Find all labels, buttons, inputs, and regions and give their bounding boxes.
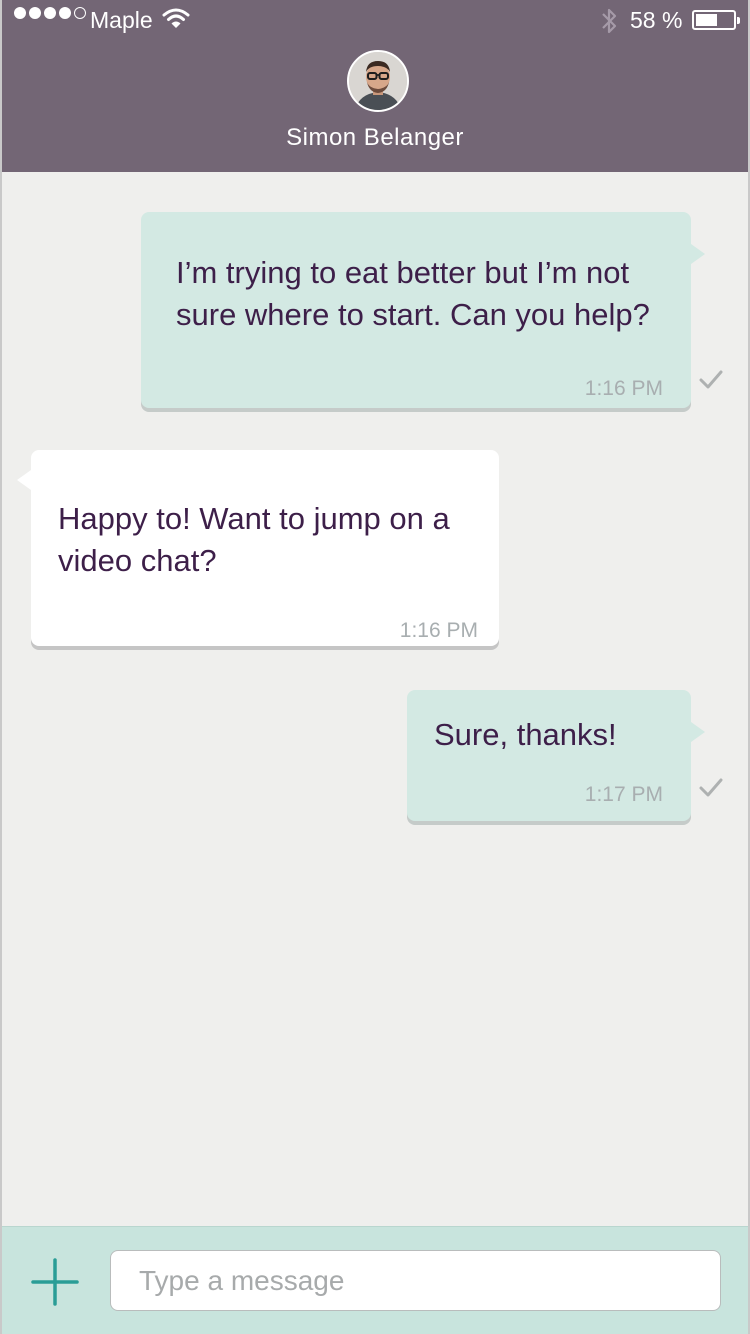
message-text: I’m trying to eat better but I’m not sur… [176,252,686,336]
contact-avatar[interactable] [347,50,409,112]
wifi-icon [162,8,190,28]
check-icon [699,370,723,389]
message-line: sure where to start. Can you help? [176,297,650,332]
plus-icon[interactable] [30,1257,80,1307]
message-composer [2,1226,748,1334]
message-text: Sure, thanks! [434,714,684,756]
message-input[interactable] [110,1250,721,1311]
carrier-name: Maple [90,7,153,33]
message-line: I’m trying to eat better but I’m not [176,255,630,290]
message-timestamp: 1:16 PM [399,619,478,642]
chat-header: Maple 58 % Simon Belanger [2,0,748,172]
message-bubble-incoming[interactable]: Happy to! Want to jump on a video chat? … [17,450,499,646]
message-line: video chat? [58,543,217,578]
status-bar: Maple 58 % [2,0,748,40]
message-text: Happy to! Want to jump on a video chat? [58,498,488,582]
check-icon [699,778,723,797]
message-timestamp: 1:16 PM [584,377,663,400]
battery-percentage: 58 % [630,7,683,33]
bluetooth-icon [602,8,617,34]
message-line: Happy to! Want to jump on a [58,501,450,536]
battery-icon [692,10,740,30]
message-bubble-outgoing[interactable]: Sure, thanks! 1:17 PM [407,690,705,821]
message-bubble-outgoing[interactable]: I’m trying to eat better but I’m not sur… [141,212,705,408]
message-timestamp: 1:17 PM [584,783,663,806]
contact-name[interactable]: Simon Belanger [2,124,748,152]
signal-strength-icon [14,7,86,19]
message-line: Sure, thanks! [434,717,617,752]
